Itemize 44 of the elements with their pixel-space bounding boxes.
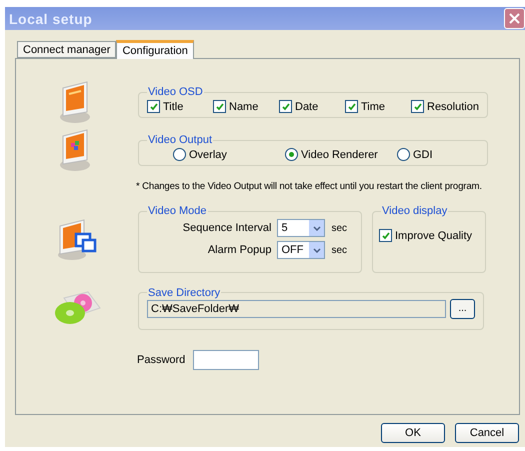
group-title: Video Mode xyxy=(147,205,208,217)
chevron-down-icon xyxy=(312,226,321,230)
checkbox-label: Name xyxy=(229,100,258,112)
field-label: Sequence Interval xyxy=(182,222,272,234)
radio-label: GDI xyxy=(413,148,433,160)
path-field[interactable]: C:₩SaveFolder₩ xyxy=(147,300,446,318)
radio-button[interactable] xyxy=(173,148,186,161)
group-title: Video Output xyxy=(147,134,214,146)
close-icon xyxy=(509,13,520,24)
ok-button[interactable]: OK xyxy=(381,423,445,443)
discs-icon xyxy=(52,290,102,326)
tab[interactable]: Configuration xyxy=(116,40,194,59)
tab[interactable]: Connect manager xyxy=(17,41,116,58)
checkbox[interactable] xyxy=(345,100,358,113)
checkbox-label: Title xyxy=(163,100,184,112)
window-title: Local setup xyxy=(9,10,92,26)
cancel-button[interactable]: Cancel xyxy=(455,423,519,443)
browse-button[interactable]: ... xyxy=(450,298,475,318)
group-title: Video display xyxy=(381,205,448,217)
checkbox[interactable] xyxy=(147,100,160,113)
unit-label: sec xyxy=(331,244,347,256)
checkbox-label: Date xyxy=(295,100,318,112)
unit-label: sec xyxy=(331,222,347,234)
group-title: Save Directory xyxy=(147,286,222,298)
checkbox[interactable] xyxy=(411,100,424,113)
checkbox[interactable] xyxy=(279,100,292,113)
checkbox[interactable] xyxy=(213,100,226,113)
checkbox[interactable] xyxy=(379,229,392,242)
dropdown[interactable]: OFF xyxy=(277,241,326,259)
note-text: * Changes to the Video Output will not take effect until you restart the client program. xyxy=(136,181,482,192)
close-button[interactable] xyxy=(504,8,525,29)
checkbox-label: Resolution xyxy=(427,100,479,112)
dropdown[interactable]: 5 xyxy=(277,219,326,237)
checkbox-label: Improve Quality xyxy=(395,230,472,242)
password-label: Password xyxy=(137,354,186,366)
radio-label: Overlay xyxy=(189,148,227,160)
chevron-down-icon xyxy=(312,248,321,252)
radio-label: Video Renderer xyxy=(301,148,378,160)
radio-button[interactable] xyxy=(285,148,298,161)
group-title: Video OSD xyxy=(147,86,204,98)
field-label: Alarm Popup xyxy=(208,244,272,256)
radio-button[interactable] xyxy=(397,148,410,161)
checkbox-label: Time xyxy=(361,100,386,112)
password-field[interactable] xyxy=(193,350,260,370)
